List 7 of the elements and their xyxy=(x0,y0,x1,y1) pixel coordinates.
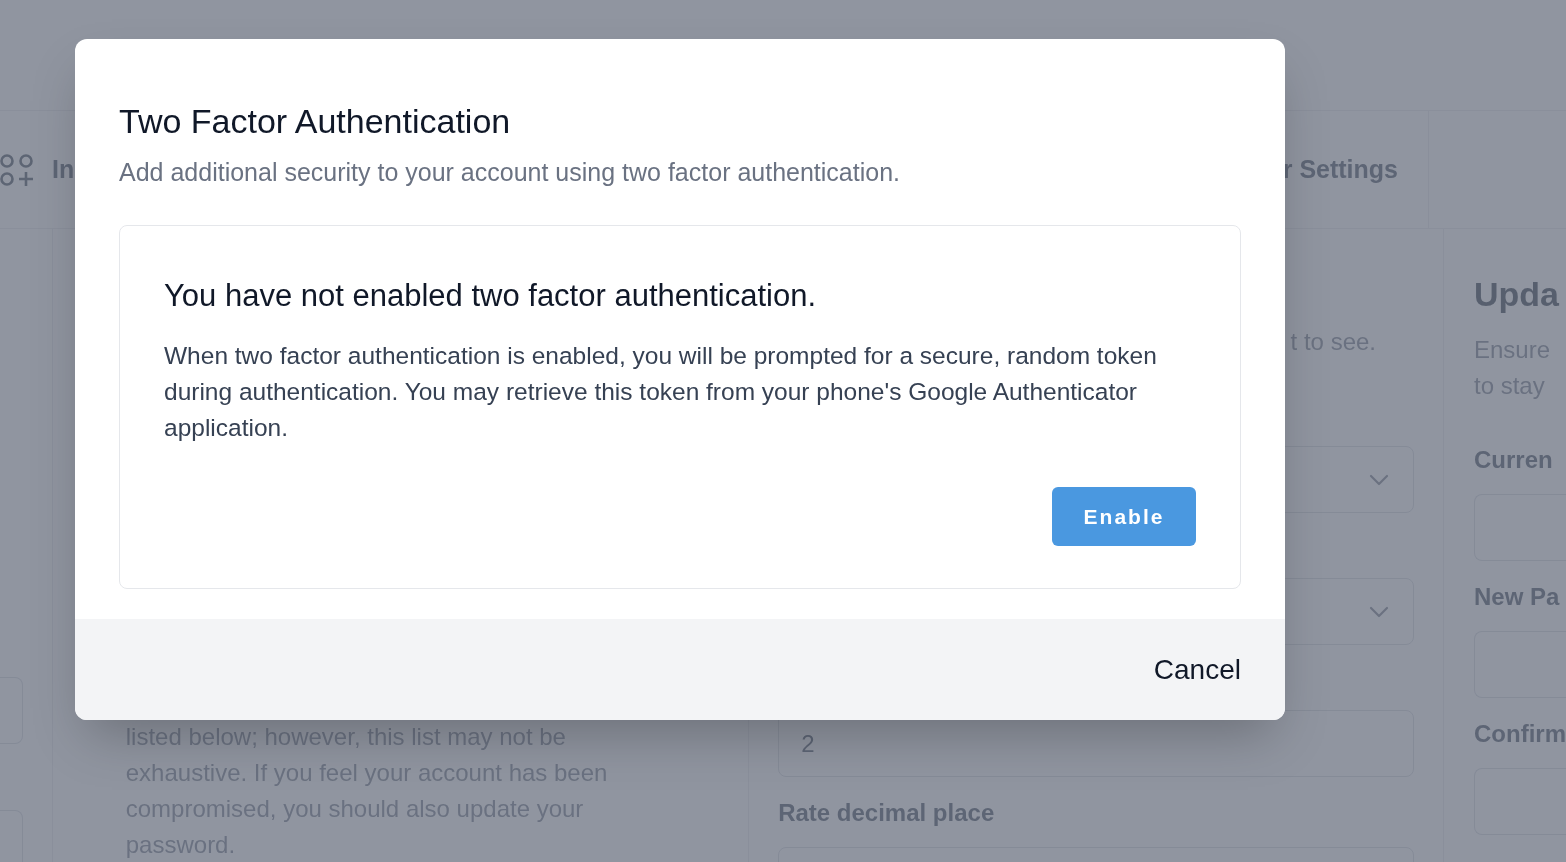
card-heading: You have not enabled two factor authentication. xyxy=(164,277,817,315)
dialog-subtitle: Add additional security to your account using two factor authentication. xyxy=(119,157,901,188)
section-title: Upda xyxy=(1474,274,1560,315)
enable-button[interactable]: Enable xyxy=(1052,487,1196,546)
dialog-title: Two Factor Authentication xyxy=(119,101,511,142)
card-description: When two factor authentication is enabled, you will be prompted for a secure, random token during authentication. You may retrieve this token from your phone's Google Authenticator application. xyxy=(164,341,1158,443)
cancel-button[interactable]: Cancel xyxy=(1153,648,1241,691)
